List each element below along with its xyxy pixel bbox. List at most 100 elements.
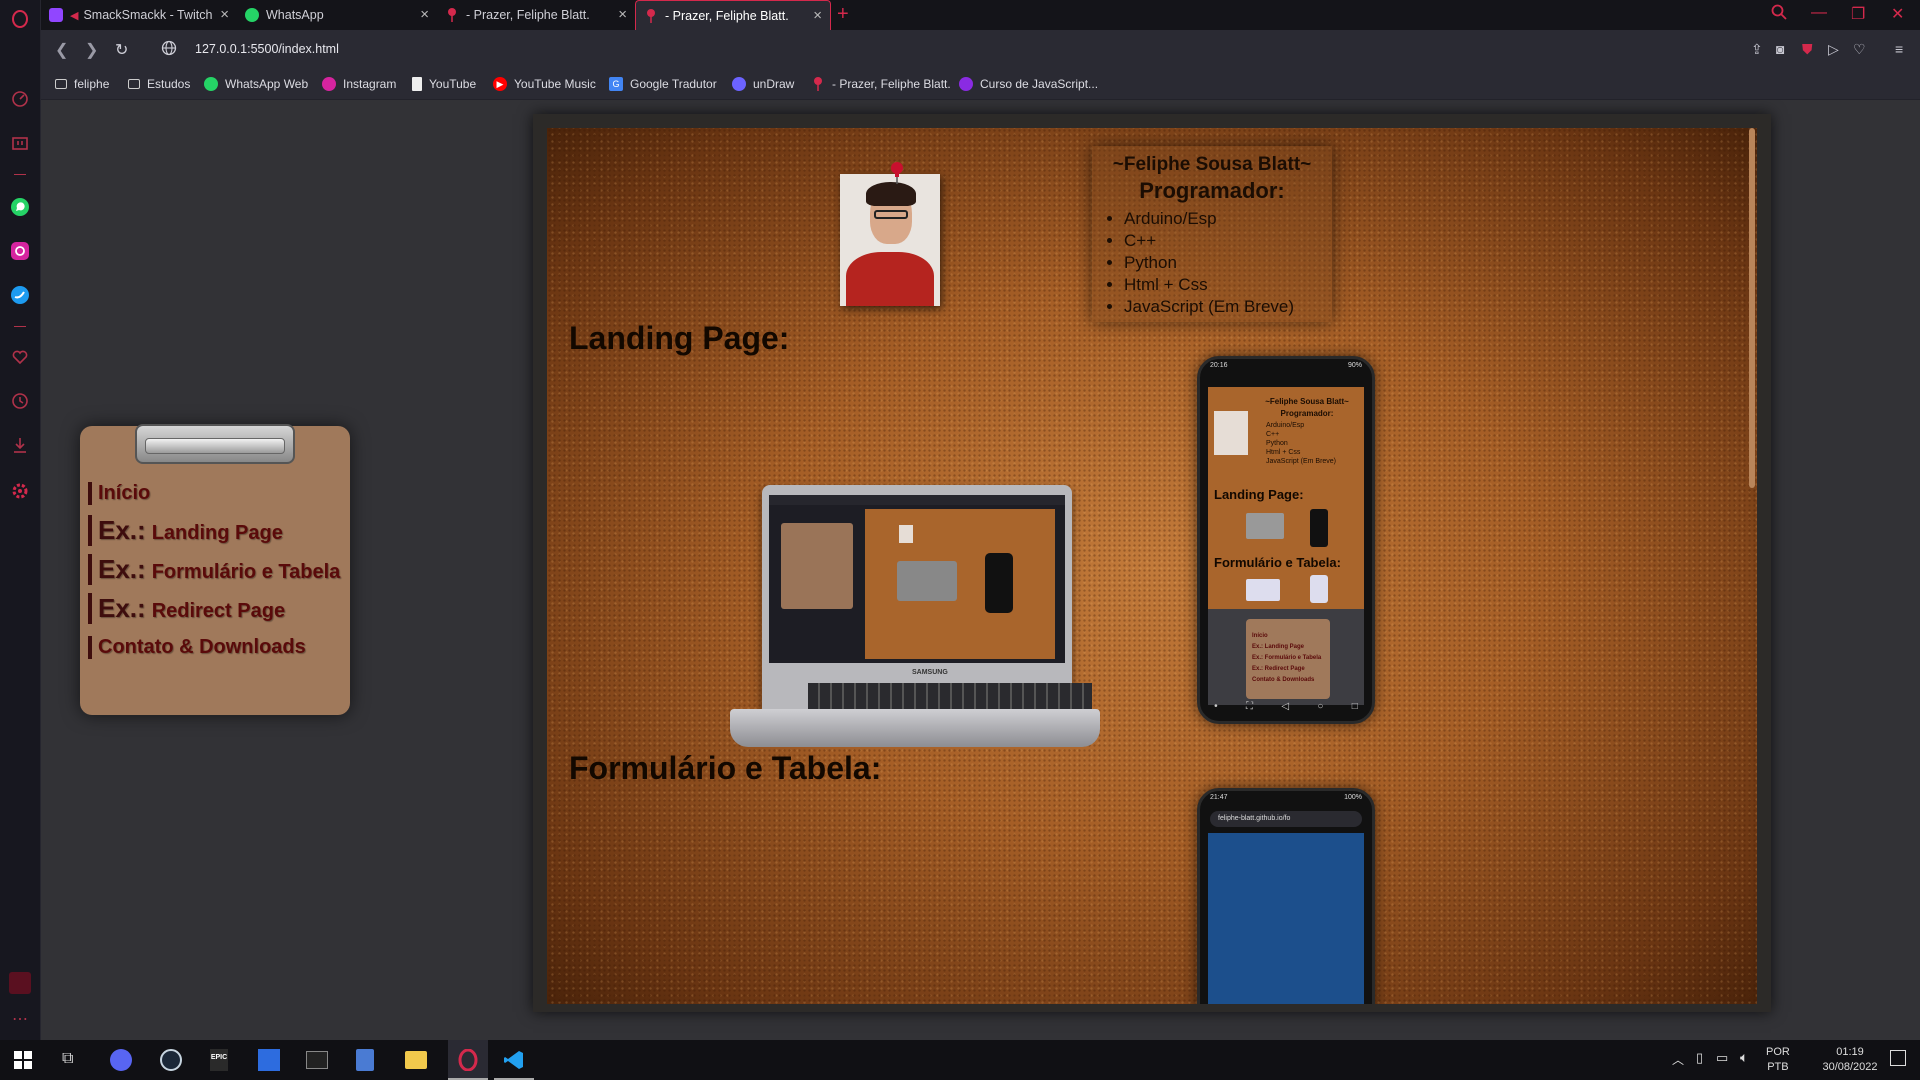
extension-icon[interactable] <box>9 972 31 994</box>
tray-chevron-icon[interactable]: ︿ <box>1672 1051 1684 1068</box>
new-tab-button[interactable]: + <box>837 4 849 24</box>
menu-item-formulario-tabela[interactable]: Ex.: Formulário e Tabela <box>88 554 340 585</box>
bookmark-feliphe[interactable]: feliphe <box>55 77 109 91</box>
clipboard-nav-menu: Início Ex.: Landing Page Ex.: Formulário e… <box>80 424 350 715</box>
mini-menu-item: Contato & Downloads <box>1252 677 1315 683</box>
folder-icon <box>128 79 140 89</box>
menu-item-contato-downloads[interactable]: Contato & Downloads <box>88 636 306 659</box>
bookmark-label: unDraw <box>753 77 795 91</box>
bookmark-label: - Prazer, Feliphe Blatt. <box>832 77 951 91</box>
search-tabs-icon[interactable] <box>1771 4 1787 25</box>
forward-icon[interactable]: ❯ <box>85 40 98 60</box>
steam-icon[interactable] <box>160 1049 182 1071</box>
windows-start-icon[interactable] <box>14 1051 32 1074</box>
tab-bar: ◀ SmackSmackk - Twitch × WhatsApp × - Pr… <box>41 0 1920 30</box>
favorite-heart-icon[interactable]: ♡ <box>1853 41 1866 58</box>
opera-logo-icon[interactable] <box>9 8 31 30</box>
volume-icon[interactable]: 🔈︎ <box>1740 1049 1748 1066</box>
menu-item-redirect-page[interactable]: Ex.: Redirect Page <box>88 593 285 624</box>
bookmark-instagram[interactable]: Instagram <box>322 77 396 91</box>
heart-icon[interactable] <box>9 346 31 368</box>
tab-whatsapp[interactable]: WhatsApp × <box>237 0 437 30</box>
notifications-icon[interactable] <box>1890 1050 1906 1066</box>
discord-icon[interactable] <box>110 1049 132 1071</box>
nav-back-icon: ◁ <box>1281 701 1290 712</box>
menu-item-landing-page[interactable]: Ex.: Landing Page <box>88 515 283 546</box>
close-tab-icon[interactable]: × <box>220 7 229 22</box>
twitch-icon <box>49 8 63 22</box>
phone-form-screen <box>1208 833 1364 1004</box>
bookmark-undraw[interactable]: unDraw <box>732 77 794 91</box>
tab-prazer-1[interactable]: - Prazer, Feliphe Blatt. × <box>437 0 635 30</box>
page-icon <box>412 77 422 91</box>
bookmark-youtube-music[interactable]: ▶ YouTube Music <box>493 77 596 91</box>
bookmark-estudos[interactable]: Estudos <box>128 77 190 91</box>
calculator-icon[interactable] <box>356 1049 374 1071</box>
vpn-shield-icon[interactable]: ⛊ <box>1802 41 1813 58</box>
phone-nav-bar: • ⛶ ◁ ○ □ <box>1200 701 1372 717</box>
twitch-icon[interactable] <box>9 134 31 156</box>
instagram-icon <box>322 77 336 91</box>
malwarebytes-icon[interactable] <box>258 1049 280 1071</box>
tab-twitch[interactable]: ◀ SmackSmackk - Twitch × <box>41 0 237 30</box>
download-icon[interactable] <box>9 434 31 456</box>
clock[interactable]: 01:19 30/08/2022 <box>1818 1045 1882 1075</box>
bookmark-label: Curso de JavaScript... <box>980 77 1099 91</box>
bookmark-youtube[interactable]: YouTube <box>412 77 476 91</box>
bookmark-whatsapp-web[interactable]: WhatsApp Web <box>204 77 308 91</box>
snapshot-camera-icon[interactable]: ◙ <box>1776 41 1784 57</box>
language-indicator[interactable]: POR PTB <box>1766 1045 1790 1075</box>
close-window-icon[interactable]: ✕ <box>1891 4 1904 24</box>
share-icon[interactable]: ⇪ <box>1751 41 1763 58</box>
menu-icon[interactable]: ≡ <box>1895 41 1903 57</box>
whatsapp-icon[interactable] <box>9 196 31 218</box>
opera-taskbar-button[interactable] <box>448 1040 488 1080</box>
bookmark-curso-javascript[interactable]: Curso de JavaScript... <box>959 77 1098 91</box>
close-tab-icon[interactable]: × <box>420 7 429 22</box>
bookmark-prazer[interactable]: - Prazer, Feliphe Blatt. <box>811 77 951 91</box>
network-icon[interactable]: ▭ <box>1716 1050 1728 1066</box>
profile-photo <box>840 174 940 306</box>
terminal-icon[interactable] <box>306 1051 328 1069</box>
phone-mockup-form[interactable]: 21:47 100% feliphe-blatt.github.io/fo <box>1197 788 1375 1004</box>
bookmark-label: YouTube Music <box>514 77 596 91</box>
history-icon[interactable] <box>9 390 31 412</box>
minimize-icon[interactable]: — <box>1811 4 1827 22</box>
more-icon[interactable]: ⋯ <box>9 1008 31 1030</box>
epic-games-icon[interactable]: EPIC <box>210 1049 228 1071</box>
phone-mockup[interactable]: 20:16 90% ~Feliphe Sousa Blatt~ Programa… <box>1197 356 1375 724</box>
usb-icon[interactable]: ▯ <box>1696 1050 1703 1066</box>
send-icon[interactable]: ▷ <box>1828 41 1839 58</box>
back-icon[interactable]: ❮ <box>55 40 68 60</box>
instagram-icon[interactable] <box>9 240 31 262</box>
nav-dot-icon: • <box>1214 701 1218 712</box>
google-translate-icon: G <box>609 77 623 91</box>
laptop-mockup[interactable]: SAMSUNG <box>730 485 1100 747</box>
menu-item-inicio[interactable]: Início <box>88 482 150 505</box>
cork-board: ~Feliphe Sousa Blatt~ Programador: Ardui… <box>547 128 1757 1004</box>
task-view-icon[interactable]: ⧉ <box>62 1050 73 1068</box>
settings-gear-icon[interactable] <box>9 480 31 502</box>
windows-taskbar: ⧉ EPIC ︿ ▯ ▭ 🔈︎ POR PTB 01:19 30/08/2022 <box>0 1040 1920 1080</box>
close-tab-icon[interactable]: × <box>813 8 822 23</box>
mini-section-landing: Landing Page: <box>1214 487 1304 502</box>
tab-prazer-active[interactable]: - Prazer, Feliphe Blatt. × <box>635 0 831 30</box>
mini-skill: Html + Css <box>1266 449 1301 456</box>
mini-menu-item: Ex.: Landing Page <box>1252 644 1305 650</box>
whatsapp-icon <box>204 77 218 91</box>
file-explorer-icon[interactable] <box>405 1051 427 1069</box>
site-info-icon[interactable] <box>161 40 177 61</box>
board-scrollbar[interactable] <box>1749 128 1755 488</box>
phone-url-bar: feliphe-blatt.github.io/fo <box>1210 811 1362 827</box>
restore-icon[interactable]: ❐ <box>1851 4 1865 24</box>
speed-dial-icon[interactable] <box>9 88 31 110</box>
twitter-icon[interactable] <box>9 284 31 306</box>
vscode-taskbar-button[interactable] <box>494 1040 534 1080</box>
bookmark-google-tradutor[interactable]: G Google Tradutor <box>609 77 717 91</box>
close-tab-icon[interactable]: × <box>618 7 627 22</box>
url-field[interactable]: 127.0.0.1:5500/index.html <box>195 42 339 56</box>
reload-icon[interactable]: ↻ <box>115 40 128 60</box>
bookmark-label: feliphe <box>74 77 110 91</box>
phone-time: 21:47 <box>1210 794 1228 801</box>
pushpin-icon <box>445 8 459 22</box>
